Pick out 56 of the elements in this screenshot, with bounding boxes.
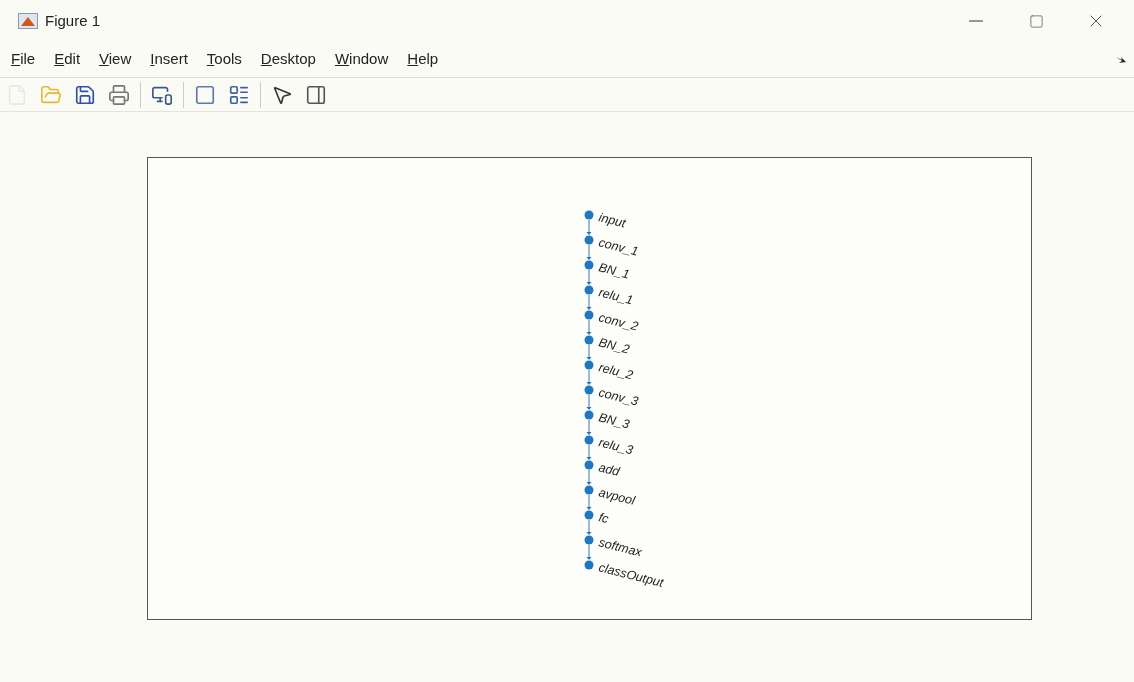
edge-arrow (586, 469, 592, 485)
edge-arrow (586, 419, 592, 435)
menu-item[interactable]: Desktop (255, 48, 321, 71)
graph-node (584, 310, 594, 320)
menu-item[interactable]: Help (402, 48, 444, 71)
graph-node (584, 385, 594, 395)
graph-node (584, 460, 594, 470)
graph-node (584, 485, 594, 495)
graph-node (584, 435, 594, 445)
node-label: BN_2 (597, 335, 631, 357)
edge-arrow (586, 344, 592, 360)
node-label: relu_2 (597, 360, 635, 383)
graph-node (584, 510, 594, 520)
node-label: avpool (597, 485, 637, 508)
graph-node (584, 335, 594, 345)
node-label: fc (597, 510, 611, 527)
node-label: conv_3 (597, 385, 640, 409)
node-label: add (597, 460, 621, 479)
graph-node (584, 260, 594, 270)
menu-item[interactable]: Tools (201, 48, 247, 71)
edge-arrow (586, 244, 592, 260)
graph-node (584, 285, 594, 295)
node-label: conv_2 (597, 310, 640, 334)
graph-node (584, 560, 594, 570)
edge-arrow (586, 294, 592, 310)
window-title: Figure 1 (45, 10, 101, 31)
graph-node (584, 210, 594, 220)
edge-arrow (586, 519, 592, 535)
edge-arrow (586, 544, 592, 560)
graph-node (584, 535, 594, 545)
menu-item[interactable]: View (94, 48, 137, 71)
edge-arrow (586, 494, 592, 510)
menu-item[interactable]: File (6, 48, 41, 71)
minimize-icon (969, 20, 983, 22)
app-logo-icon (18, 13, 38, 29)
graph-node (584, 235, 594, 245)
node-label: BN_1 (597, 260, 631, 282)
edge-arrow (586, 219, 592, 235)
node-label: relu_1 (597, 285, 635, 308)
node-label: BN_3 (597, 410, 631, 432)
node-label: conv_1 (597, 235, 640, 259)
edge-arrow (586, 319, 592, 335)
menu-item[interactable]: Insert (145, 48, 193, 71)
graph-node (584, 410, 594, 420)
edge-arrow (586, 269, 592, 285)
edge-arrow (586, 444, 592, 460)
edge-arrow (586, 369, 592, 385)
maximize-icon (1028, 13, 1044, 29)
node-label: softmax (597, 535, 644, 560)
dock-arrow-icon[interactable] (1116, 55, 1126, 64)
menu-item[interactable]: Edit (49, 48, 86, 71)
graph-node (584, 360, 594, 370)
node-label: relu_3 (597, 435, 635, 458)
node-label: input (597, 210, 627, 231)
menu-item[interactable]: Window (329, 48, 394, 71)
edge-arrow (586, 394, 592, 410)
